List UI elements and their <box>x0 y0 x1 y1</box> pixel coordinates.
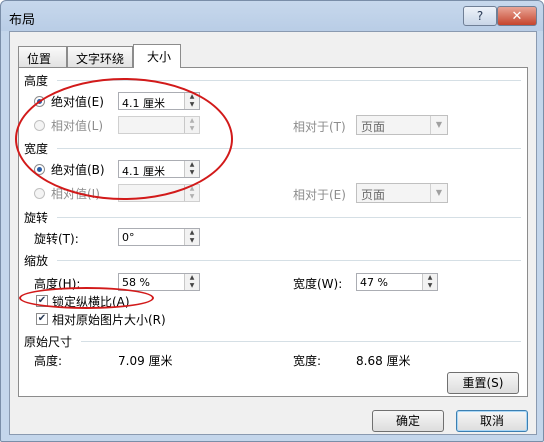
rotation-section-label: 旋转 <box>24 211 49 225</box>
down-arrow-icon[interactable]: ▼ <box>423 282 437 290</box>
reset-button[interactable]: 重置(S) <box>447 372 519 394</box>
help-button[interactable]: ? <box>463 6 497 26</box>
down-arrow-icon: ▼ <box>189 193 195 200</box>
checkmark-icon: ✔ <box>37 295 47 306</box>
height-relative-label: 相对值(L) <box>51 119 104 133</box>
height-relative-to-select[interactable]: 页面 ▼ <box>356 115 448 135</box>
height-relative-to-value: 页面 <box>361 120 386 134</box>
width-relative-to-value: 页面 <box>361 188 386 202</box>
width-relative-label: 相对值(I) <box>51 187 100 201</box>
height-absolute-input[interactable]: 4.1 厘米 ▲ ▼ <box>118 92 200 110</box>
relative-original-label: 相对原始图片大小(R) <box>52 313 166 327</box>
height-absolute-radio[interactable] <box>34 96 45 107</box>
divider <box>57 148 521 149</box>
original-width-value: 8.68 厘米 <box>356 354 411 368</box>
divider <box>57 80 521 81</box>
spin-arrows[interactable]: ▲ ▼ <box>184 161 199 177</box>
down-arrow-icon[interactable]: ▼ <box>185 169 199 177</box>
spin-arrows[interactable]: ▲ ▼ <box>422 274 437 290</box>
down-arrow-icon[interactable]: ▼ <box>185 237 199 245</box>
dialog-body: 位置 文字环绕 大小 高度 绝对值(E) 4.1 厘米 ▲ ▼ 相对值(L) ▲ ▼… <box>9 31 537 435</box>
up-arrow-icon[interactable]: ▲ <box>185 161 199 169</box>
width-relative-input[interactable]: ▲ ▼ <box>118 184 200 202</box>
chevron-down-icon[interactable]: ▼ <box>430 184 447 202</box>
scale-width-value: 47 % <box>360 276 388 289</box>
width-relative-to-select[interactable]: 页面 ▼ <box>356 183 448 203</box>
divider <box>81 341 521 342</box>
scale-width-label: 宽度(W): <box>293 277 343 291</box>
close-button[interactable]: ✕ <box>497 6 537 26</box>
tab-text-wrapping[interactable]: 文字环绕 <box>67 46 133 67</box>
height-absolute-label: 绝对值(E) <box>51 95 104 109</box>
original-height-value: 7.09 厘米 <box>118 354 173 368</box>
scale-width-input[interactable]: 47 % ▲ ▼ <box>356 273 438 291</box>
ok-button[interactable]: 确定 <box>372 410 444 432</box>
up-arrow-icon: ▲ <box>189 185 195 192</box>
cancel-button[interactable]: 取消 <box>456 410 528 432</box>
up-arrow-icon[interactable]: ▲ <box>185 274 199 282</box>
help-icon: ? <box>476 9 484 23</box>
checkmark-icon: ✔ <box>37 313 47 324</box>
size-panel: 高度 绝对值(E) 4.1 厘米 ▲ ▼ 相对值(L) ▲ ▼ 相对于(T) 页面 … <box>18 67 528 397</box>
lock-aspect-label: 锁定纵横比(A) <box>52 295 130 309</box>
down-arrow-icon[interactable]: ▼ <box>185 282 199 290</box>
up-arrow-icon[interactable]: ▲ <box>423 274 437 282</box>
scale-height-value: 58 % <box>122 276 150 289</box>
original-size-section-label: 原始尺寸 <box>24 335 73 349</box>
lock-aspect-checkbox[interactable]: ✔ <box>36 295 48 307</box>
width-absolute-value: 4.1 厘米 <box>122 165 165 178</box>
spin-arrows[interactable]: ▲ ▼ <box>184 274 199 290</box>
up-arrow-icon: ▲ <box>189 117 195 124</box>
spin-arrows[interactable]: ▲ ▼ <box>184 93 199 109</box>
spin-arrows: ▲ ▼ <box>184 185 199 201</box>
width-absolute-input[interactable]: 4.1 厘米 ▲ ▼ <box>118 160 200 178</box>
scale-height-label: 高度(H): <box>34 277 81 291</box>
divider <box>57 217 521 218</box>
divider <box>57 260 521 261</box>
up-arrow-icon[interactable]: ▲ <box>185 229 199 237</box>
original-height-label: 高度: <box>34 354 63 368</box>
scale-section-label: 缩放 <box>24 254 49 268</box>
height-relative-radio[interactable] <box>34 120 45 131</box>
up-arrow-icon[interactable]: ▲ <box>185 93 199 101</box>
rotate-input[interactable]: 0° ▲ ▼ <box>118 228 200 246</box>
height-section-label: 高度 <box>24 74 49 88</box>
spin-arrows: ▲ ▼ <box>184 117 199 133</box>
down-arrow-icon[interactable]: ▼ <box>185 101 199 109</box>
dialog-title: 布局 <box>9 13 36 28</box>
spin-arrows[interactable]: ▲ ▼ <box>184 229 199 245</box>
rotate-label: 旋转(T): <box>34 232 79 246</box>
height-relative-to-label: 相对于(T) <box>293 120 346 134</box>
relative-original-checkbox[interactable]: ✔ <box>36 313 48 325</box>
width-relative-to-label: 相对于(E) <box>293 188 346 202</box>
height-relative-input[interactable]: ▲ ▼ <box>118 116 200 134</box>
tab-size[interactable]: 大小 <box>133 44 181 68</box>
width-section-label: 宽度 <box>24 142 49 156</box>
rotate-value: 0° <box>122 231 135 244</box>
scale-height-input[interactable]: 58 % ▲ ▼ <box>118 273 200 291</box>
height-absolute-value: 4.1 厘米 <box>122 97 165 110</box>
tab-position[interactable]: 位置 <box>18 46 67 67</box>
original-width-label: 宽度: <box>293 354 322 368</box>
title-bar[interactable]: 布局 ? ✕ <box>1 1 543 31</box>
width-relative-radio[interactable] <box>34 188 45 199</box>
chevron-down-icon[interactable]: ▼ <box>430 116 447 134</box>
layout-dialog: 布局 ? ✕ 位置 文字环绕 大小 高度 绝对值(E) 4.1 厘米 ▲ ▼ 相对… <box>0 0 544 442</box>
width-absolute-radio[interactable] <box>34 164 45 175</box>
down-arrow-icon: ▼ <box>189 125 195 132</box>
width-absolute-label: 绝对值(B) <box>51 163 105 177</box>
close-icon: ✕ <box>511 8 523 24</box>
